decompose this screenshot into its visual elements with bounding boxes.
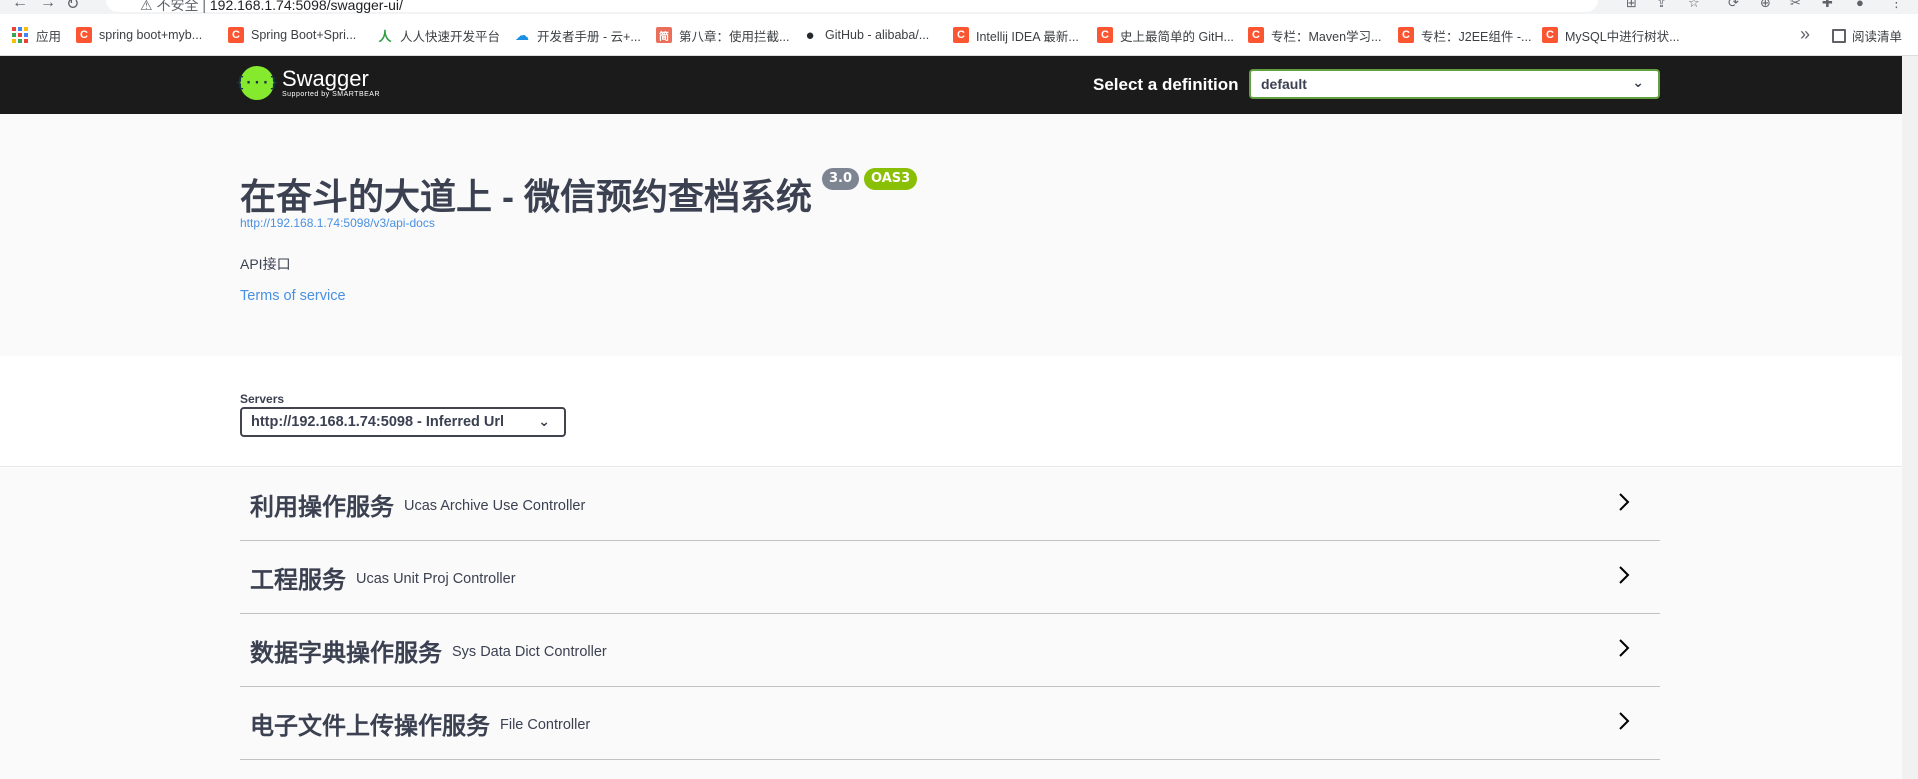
scissors-icon[interactable]: ✂ [1790,0,1801,11]
bookmark-label: 专栏：Maven学习... [1271,29,1382,44]
logo-subtitle: Supported by SMARTBEAR [282,91,381,98]
tag-name: 电子文件上传操作服务 [250,712,490,740]
bookmark-label: 第八章：使用拦截... [679,29,790,44]
tag-description: Ucas Unit Proj Controller [356,571,516,587]
api-docs-link[interactable]: http://192.168.1.74:5098/v3/api-docs [240,216,435,230]
warning-icon: ⚠ [140,0,157,13]
csdn-icon: C [76,27,92,43]
bookmark-label: 人人快速开发平台 [400,29,501,44]
csdn-icon: C [1248,27,1264,43]
bookmark-label: 史上最简单的 GitH... [1120,29,1234,44]
forward-arrow-icon[interactable]: → [40,0,56,12]
bookmark-apps[interactable]: 应用 [12,26,61,44]
chevron-down-icon: ⌄ [1632,74,1644,90]
tag-name: 利用操作服务 [250,493,394,521]
page-scrollbar[interactable] [1902,56,1918,779]
share-icon[interactable]: ⇪ [1656,0,1667,11]
swagger-logo-icon: {···} [236,66,278,100]
servers-select-value: http://192.168.1.74:5098 - Inferred Url [251,414,505,430]
cloud-icon: ☁ [514,26,530,43]
bookmark-item[interactable]: C 专栏：Maven学习... [1248,26,1381,44]
profile-icon[interactable]: ● [1856,0,1864,10]
reading-list-button[interactable]: 阅读清单 [1832,26,1902,45]
chevron-right-icon[interactable] [1614,490,1634,514]
chevron-down-icon: ⌄ [538,413,550,429]
tag-section-header[interactable]: 数据字典操作服务 Sys Data Dict Controller [240,614,1660,687]
bookmark-item[interactable]: ☁ 开发者手册 - 云+... [514,26,641,44]
bookmark-label: Intellij IDEA 最新... [976,29,1079,44]
more-bookmarks-icon[interactable]: » [1800,24,1810,45]
api-description: API接口 [240,256,291,272]
tag-name: 工程服务 [250,566,346,594]
reload-icon[interactable]: ↻ [66,0,79,14]
tag-section-header[interactable]: 利用操作服务 Ucas Archive Use Controller [240,468,1660,541]
chevron-right-icon[interactable] [1614,563,1634,587]
reading-list-icon [1832,28,1846,43]
bookmark-item[interactable]: C Spring Boot+Spri... [228,26,356,44]
bookmark-item[interactable]: C Intellij IDEA 最新... [953,26,1079,44]
csdn-icon: C [1398,27,1414,43]
tag-section-header[interactable]: 工程服务 Ucas Unit Proj Controller [240,541,1660,614]
bookmark-label: GitHub - alibaba/... [825,28,930,42]
terms-of-service-link[interactable]: Terms of service [240,288,346,304]
operations-section: 利用操作服务 Ucas Archive Use Controller 工程服务 … [0,468,1902,779]
version-badge: 3.0 [822,168,860,190]
bookmark-item[interactable]: 人 人人快速开发平台 [377,26,500,44]
page-title: 在奋斗的大道上 - 微信预约查档系统 [240,176,812,217]
servers-label: Servers [240,392,285,406]
swagger-topbar: {···} Swagger Supported by SMARTBEAR Sel… [0,56,1902,114]
chevron-right-icon[interactable] [1614,636,1634,660]
bookmark-item[interactable]: C 专栏：J2EE组件 -... [1398,26,1531,44]
bookmark-label: spring boot+myb... [99,28,203,42]
csdn-icon: C [228,27,244,43]
translate-icon[interactable]: ⊞ [1626,0,1637,11]
back-arrow-icon[interactable]: ← [12,0,28,12]
bookmark-label: 开发者手册 - 云+... [537,29,641,44]
kebab-menu-icon[interactable]: ⋮ [1890,0,1903,11]
browser-toolbar: ← → ↻ ⚠ 不安全 | 192.168.1.74:5098/swagger-… [0,0,1918,14]
info-section: 在奋斗的大道上 - 微信预约查档系统 3.0 OAS3 http://192.1… [0,114,1902,356]
tag-description: File Controller [500,717,591,733]
select-definition-label: Select a definition [1093,75,1239,94]
swagger-logo[interactable]: {···} Swagger Supported by SMARTBEAR [236,66,381,100]
bookmark-label: MySQL中进行树状... [1565,29,1680,44]
bookmark-label: Spring Boot+Spri... [251,28,357,42]
renren-icon: 人 [377,27,393,44]
tag-section-header[interactable]: 电子文件上传操作服务 File Controller [240,687,1660,760]
bookmark-label: 专栏：J2EE组件 -... [1421,29,1532,44]
jianshu-icon: 简 [656,27,672,43]
csdn-icon: C [1542,27,1558,43]
tag-description: Sys Data Dict Controller [452,644,607,660]
tag-name: 数据字典操作服务 [250,639,442,667]
bookmarks-bar: 应用 C spring boot+myb... C Spring Boot+Sp… [0,14,1918,56]
csdn-icon: C [1097,27,1113,43]
apps-grid-icon [12,27,28,43]
puzzle-icon[interactable]: ✚ [1822,0,1833,11]
logo-name: Swagger [282,66,369,91]
bookmark-label: 应用 [36,29,62,44]
not-secure-label: 不安全 [156,0,199,13]
reading-list-label: 阅读清单 [1852,30,1903,44]
extension-icon[interactable]: ⟳ [1728,0,1739,11]
oas-badge: OAS3 [864,168,918,190]
tag-description: Ucas Archive Use Controller [404,498,586,514]
bookmark-item[interactable]: ● GitHub - alibaba/... [802,26,929,44]
chevron-right-icon[interactable] [1614,709,1634,733]
bookmark-item[interactable]: C MySQL中进行树状... [1542,26,1680,44]
bookmark-item[interactable]: 简 第八章：使用拦截... [656,26,789,44]
github-icon: ● [802,27,818,44]
star-icon[interactable]: ☆ [1688,0,1700,11]
bookmark-item[interactable]: C spring boot+myb... [76,26,202,44]
servers-select[interactable]: http://192.168.1.74:5098 - Inferred Url … [240,407,566,437]
bookmark-item[interactable]: C 史上最简单的 GitH... [1097,26,1234,44]
definition-select-value: default [1261,76,1307,92]
csdn-icon: C [953,27,969,43]
definition-select[interactable]: default ⌄ [1249,69,1660,99]
extension-icon[interactable]: ⊕ [1760,0,1771,11]
servers-section: Servers http://192.168.1.74:5098 - Infer… [0,356,1902,467]
address-bar-text[interactable]: ⚠ 不安全 | 192.168.1.74:5098/swagger-ui/ [140,0,403,14]
url-host: 192.168.1.74:5098/swagger-ui/ [209,0,403,13]
